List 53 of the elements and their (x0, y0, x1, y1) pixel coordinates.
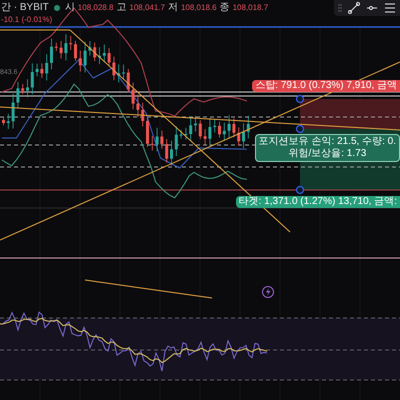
candlestick (194, 116, 197, 132)
symbol-title: 간 · BYBIT (1, 2, 49, 14)
candlestick (170, 140, 173, 166)
ohlc-value: 108,041.7 (129, 2, 165, 14)
candlestick (30, 62, 34, 95)
stop-loss-label: 스탑: 791.0 (0.73%) 7,910, 금액 (252, 80, 400, 92)
ohlc-value: 108,018.6 (180, 2, 217, 14)
candlestick (74, 40, 77, 62)
candlestick (126, 68, 130, 93)
drag-handle[interactable] (296, 186, 304, 194)
candlestick (69, 36, 72, 50)
candlestick (150, 136, 154, 151)
candlestick (117, 64, 120, 83)
lightning-icon[interactable] (262, 286, 274, 298)
candlestick (165, 138, 168, 164)
candlestick (174, 126, 178, 156)
candlestick (146, 116, 149, 148)
candlestick (78, 50, 82, 72)
trend-line-icon[interactable] (348, 2, 360, 14)
ohlc-value: 108,018.7 (232, 2, 268, 14)
candlestick (50, 38, 53, 70)
drag-grip-icon[interactable] (338, 4, 342, 12)
drag-handle[interactable] (296, 124, 304, 134)
candlestick (21, 84, 24, 95)
candlestick (246, 115, 250, 139)
position-info-text: 포지션보유 손익: 21.5, 수량: 0. (258, 136, 396, 148)
lines-icon[interactable] (384, 2, 396, 14)
price-change: -10.1 (-0.01%) (1, 14, 52, 26)
candlestick (98, 46, 101, 64)
ohlc-value: 108,028.8 (78, 2, 114, 14)
candlestick (213, 118, 216, 133)
candlestick (237, 127, 240, 146)
candlestick (45, 54, 48, 81)
candlestick (54, 42, 58, 52)
candlestick (102, 44, 106, 63)
candlestick (141, 102, 144, 127)
candlestick (189, 116, 192, 142)
candlestick (218, 121, 221, 138)
ohlc-key: 저 (168, 2, 178, 14)
candlestick (122, 64, 125, 80)
candlestick (93, 42, 96, 62)
candlestick (242, 122, 245, 149)
drag-handle[interactable] (296, 94, 304, 104)
candlestick (26, 78, 29, 98)
candlestick (6, 113, 10, 130)
candlestick (2, 116, 5, 126)
candlestick (198, 120, 202, 140)
candlestick (222, 122, 226, 142)
ohlc-key: 시 (64, 2, 75, 14)
take-profit-label: 타겟: 1,371.0 (1.27%) 13,710, 금액: (236, 196, 400, 208)
ohlc-key: 종 (220, 2, 230, 14)
ohlc-key: 고 (116, 2, 126, 14)
position-info-text: 위험/보상율: 1.73 (288, 148, 366, 160)
